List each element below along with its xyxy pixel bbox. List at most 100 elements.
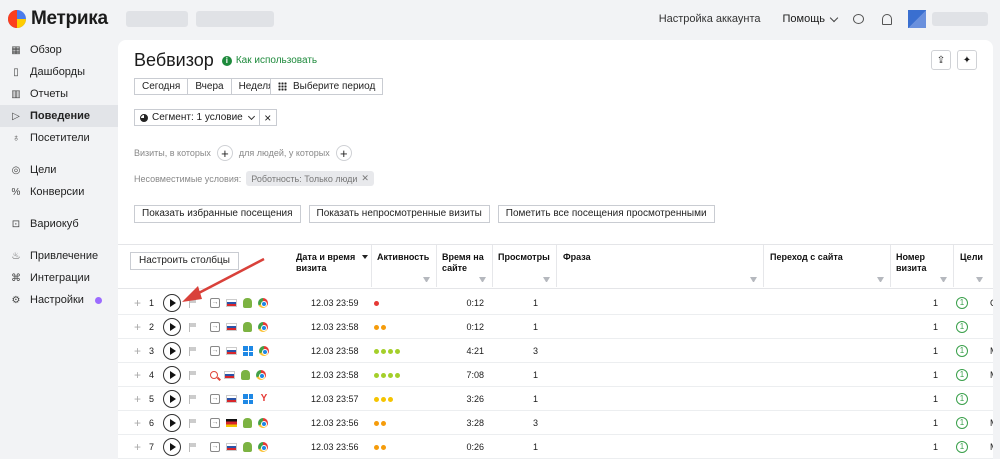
grid-icon: ▦	[11, 44, 21, 56]
filter-icon[interactable]	[940, 277, 947, 283]
expand-row-button[interactable]: +	[134, 435, 141, 459]
visit-number: 1	[932, 346, 938, 356]
expand-row-button[interactable]: +	[134, 363, 141, 387]
play-icon	[163, 390, 181, 408]
sidebar-item-settings[interactable]: ⚙ Настройки	[0, 289, 118, 311]
table-row[interactable]: +6 → 12.03 23:56 3:28 3 1 1 М	[118, 411, 993, 435]
sidebar-item-integrations[interactable]: ⌘ Интеграции	[0, 267, 118, 289]
expand-row-button[interactable]: +	[134, 315, 141, 339]
help-menu[interactable]: Помощь	[783, 13, 839, 25]
goals-count[interactable]: 1	[956, 291, 968, 315]
counter-name-redacted	[125, 11, 188, 27]
chat-icon[interactable]	[853, 14, 864, 24]
column-header-views[interactable]: Просмотры	[498, 252, 550, 263]
column-header-date[interactable]: Дата и время визита	[296, 252, 366, 274]
close-icon[interactable]: ✕	[361, 173, 369, 184]
show-favorites-button[interactable]: Показать избранные посещения	[134, 205, 301, 223]
segment-dropdown[interactable]: Сегмент: 1 условие	[134, 109, 260, 126]
goals-count[interactable]: 1	[956, 387, 968, 411]
expand-row-button[interactable]: +	[134, 339, 141, 363]
column-header-goals[interactable]: Цели	[960, 252, 983, 263]
filter-icon[interactable]	[479, 277, 486, 283]
table-row[interactable]: +7 → 12.03 23:56 0:26 1 1 1 М	[118, 435, 993, 459]
visit-number: 1	[932, 442, 938, 452]
period-picker-button[interactable]: Выберите период	[270, 78, 384, 95]
robotness-chip[interactable]: Роботность: Только люди ✕	[246, 171, 374, 186]
favorite-flag-button[interactable]	[189, 363, 196, 387]
filter-icon[interactable]	[750, 277, 757, 283]
column-header-phrase[interactable]: Фраза	[563, 252, 591, 263]
expand-row-button[interactable]: +	[134, 411, 141, 435]
play-visit-button[interactable]	[163, 435, 181, 459]
play-visit-button[interactable]	[163, 339, 181, 363]
goals-count[interactable]: 1	[956, 435, 968, 459]
goals-count[interactable]: 1	[956, 363, 968, 387]
table-row[interactable]: +4 12.03 23:58 7:08 1 1 1 М	[118, 363, 993, 387]
chrome-icon	[259, 346, 269, 356]
expand-row-button[interactable]: +	[134, 291, 141, 315]
play-outline-icon: ▷	[12, 110, 20, 122]
filter-icon[interactable]	[877, 277, 884, 283]
play-visit-button[interactable]	[163, 363, 181, 387]
windows-icon	[243, 346, 253, 356]
favorite-flag-button[interactable]	[189, 315, 196, 339]
table-row[interactable]: +1 → 12.03 23:59 0:12 1 1 1 С	[118, 291, 993, 315]
play-visit-button[interactable]	[163, 387, 181, 411]
add-people-condition-button[interactable]: +	[335, 145, 352, 161]
favorite-flag-button[interactable]	[189, 435, 196, 459]
bell-icon[interactable]	[882, 13, 892, 25]
favorite-flag-button[interactable]	[189, 387, 196, 411]
table-row[interactable]: +2 → 12.03 23:58 0:12 1 1 1	[118, 315, 993, 339]
sidebar-item-variocube[interactable]: ⊡ Вариокуб	[0, 213, 118, 235]
sidebar-item-reports[interactable]: ▥ Отчеты	[0, 83, 118, 105]
filter-icon[interactable]	[543, 277, 550, 283]
period-today-button[interactable]: Сегодня	[134, 78, 189, 95]
sidebar-item-goals[interactable]: ◎ Цели	[0, 159, 118, 181]
sidebar-item-dashboards[interactable]: ▯ Дашборды	[0, 61, 118, 83]
row-number: 1	[149, 298, 155, 308]
play-visit-button[interactable]	[163, 411, 181, 435]
sidebar-item-label: Цели	[30, 164, 57, 176]
export-button[interactable]: ⇪	[931, 50, 951, 70]
how-to-link[interactable]: i Как использовать	[221, 55, 318, 66]
period-yesterday-button[interactable]: Вчера	[188, 78, 232, 95]
column-header-activity[interactable]: Активность	[377, 252, 429, 263]
column-header-visit-number[interactable]: Номер визита	[896, 252, 942, 274]
table-row[interactable]: +5 → Y 12.03 23:57 3:26 1 1 1	[118, 387, 993, 411]
play-visit-button[interactable]	[163, 315, 181, 339]
sidebar-item-visitors[interactable]: ♁ Посетители	[0, 127, 118, 149]
notification-dot	[95, 297, 102, 304]
activity-indicator	[374, 363, 400, 387]
goals-count[interactable]: 1	[956, 411, 968, 435]
sidebar-item-behavior[interactable]: ▷ Поведение	[0, 105, 118, 127]
segment-clear-button[interactable]: ×	[259, 109, 277, 126]
ai-assistant-button[interactable]: ✦	[957, 50, 977, 70]
column-header-time[interactable]: Время на сайте	[442, 252, 492, 274]
sidebar-item-overview[interactable]: ▦ Обзор	[0, 39, 118, 61]
filter-icon[interactable]	[976, 277, 983, 283]
mark-all-viewed-button[interactable]: Пометить все посещения просмотренными	[497, 205, 715, 223]
user-menu[interactable]	[908, 10, 988, 28]
sidebar-item-acquisition[interactable]: ♨ Привлечение	[0, 245, 118, 267]
filter-icon[interactable]	[423, 277, 430, 283]
how-to-label: Как использовать	[235, 55, 318, 66]
show-unviewed-button[interactable]: Показать непросмотренные визиты	[308, 205, 490, 223]
configure-columns-button[interactable]: Настроить столбцы	[130, 252, 239, 270]
sidebar-item-conversions[interactable]: % Конверсии	[0, 181, 118, 203]
expand-row-button[interactable]: +	[134, 387, 141, 411]
counter-selector[interactable]	[125, 11, 274, 27]
goals-count[interactable]: 1	[956, 339, 968, 363]
account-settings-link[interactable]: Настройка аккаунта	[659, 13, 761, 25]
table-row[interactable]: +3 → 12.03 23:58 4:21 3 1 1 М	[118, 339, 993, 363]
column-header-referrer[interactable]: Переход с сайта	[770, 252, 843, 263]
logo[interactable]: Метрика	[8, 8, 108, 30]
add-visit-condition-button[interactable]: +	[216, 145, 233, 161]
favorite-flag-button[interactable]	[189, 291, 196, 315]
favorite-flag-button[interactable]	[189, 339, 196, 363]
favorite-flag-button[interactable]	[189, 411, 196, 435]
goals-count[interactable]: 1	[956, 315, 968, 339]
sort-desc-icon[interactable]	[362, 255, 368, 259]
sidebar: ▦ Обзор ▯ Дашборды ▥ Отчеты ▷ Поведение ♁ Пос…	[0, 38, 118, 459]
visit-number: 1	[932, 418, 938, 428]
play-visit-button[interactable]	[163, 291, 181, 315]
